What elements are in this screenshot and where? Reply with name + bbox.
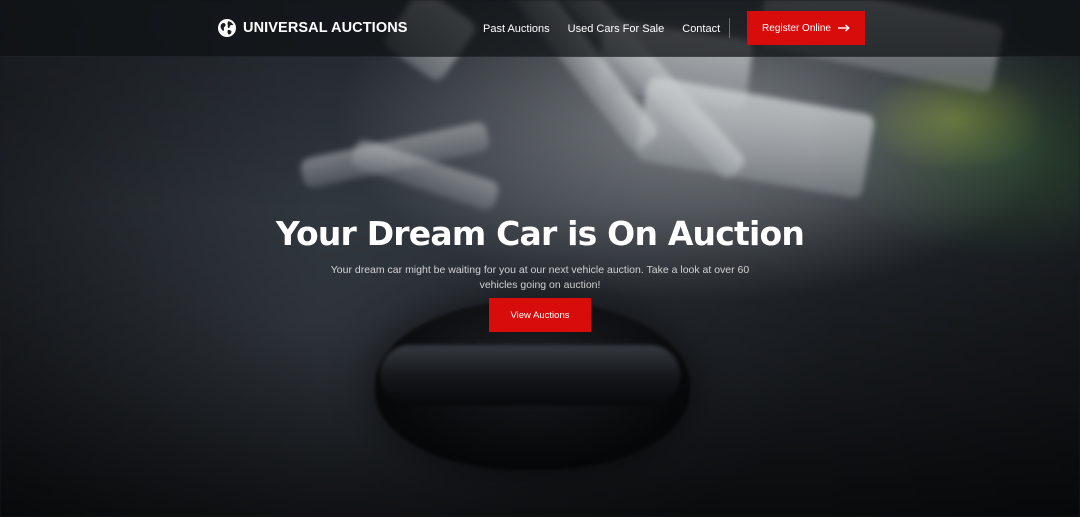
brand-logo-link[interactable]: UNIVERSAL AUCTIONS — [217, 18, 408, 38]
hero-section: Your Dream Car is On Auction Your dream … — [0, 213, 1080, 332]
nav-link-past-auctions[interactable]: Past Auctions — [483, 23, 550, 35]
hero-subtitle: Your dream car might be waiting for you … — [330, 264, 750, 291]
register-online-button[interactable]: Register Online — [747, 11, 865, 45]
view-auctions-button[interactable]: View Auctions — [489, 298, 591, 332]
nav-divider — [729, 18, 730, 38]
arrow-right-icon — [837, 24, 850, 32]
brand-name: UNIVERSAL AUCTIONS — [243, 20, 408, 36]
register-online-label: Register Online — [762, 22, 831, 34]
main-nav: Past Auctions Used Cars For Sale Contact — [483, 0, 720, 57]
site-header: UNIVERSAL AUCTIONS Past Auctions Used Ca… — [0, 0, 1080, 57]
nav-link-contact[interactable]: Contact — [682, 23, 720, 35]
nav-link-used-cars[interactable]: Used Cars For Sale — [568, 23, 665, 35]
hero-title: Your Dream Car is On Auction — [275, 214, 805, 253]
globe-icon — [217, 18, 237, 38]
